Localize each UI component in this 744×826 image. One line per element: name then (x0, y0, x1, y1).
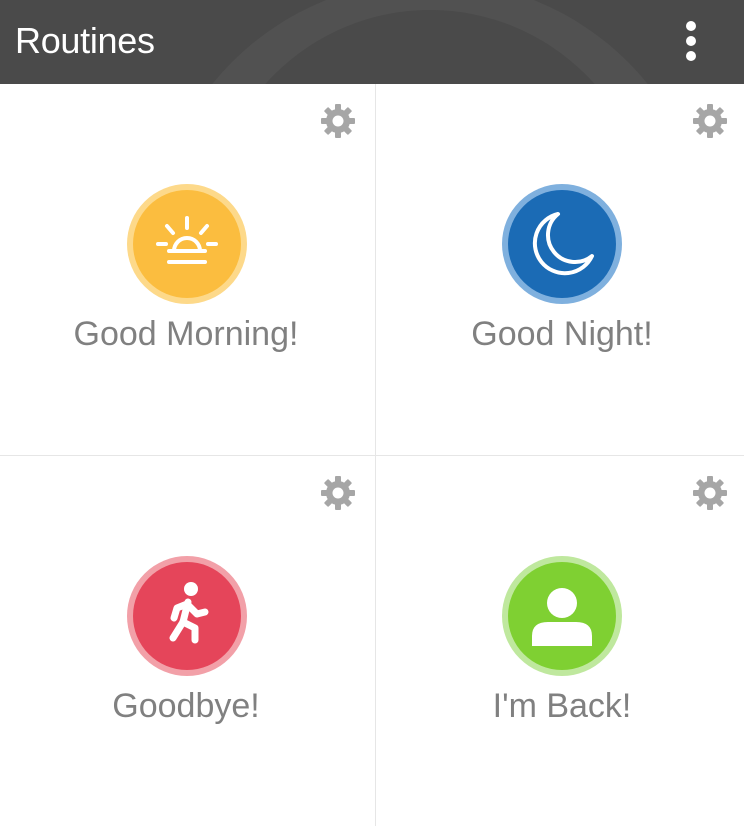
more-vertical-icon[interactable] (674, 16, 708, 66)
routine-label: Goodbye! (112, 687, 260, 725)
routines-grid: Good Morning! Good Night! Goodbye! I'm B… (0, 84, 744, 826)
gear-icon[interactable] (690, 101, 730, 141)
routine-label: Good Night! (471, 315, 653, 353)
kebab-dot (686, 36, 696, 46)
routine-icon-circle (502, 556, 622, 676)
walking-person-icon (169, 582, 209, 644)
sunrise-icon (156, 216, 218, 264)
moon-icon (532, 212, 594, 276)
app-header: Routines (0, 0, 744, 84)
kebab-dot (686, 21, 696, 31)
routine-tile-good-morning[interactable]: Good Morning! (0, 84, 372, 455)
page-title: Routines (15, 20, 155, 61)
user-icon (532, 588, 592, 646)
routine-icon-circle (502, 184, 622, 304)
routine-tile-im-back[interactable]: I'm Back! (376, 456, 744, 826)
routine-icon-circle (127, 184, 247, 304)
gear-icon[interactable] (318, 473, 358, 513)
routine-tile-good-night[interactable]: Good Night! (376, 84, 744, 455)
gear-icon[interactable] (318, 101, 358, 141)
routine-tile-goodbye[interactable]: Goodbye! (0, 456, 372, 826)
routine-label: I'm Back! (492, 687, 632, 725)
gear-icon[interactable] (690, 473, 730, 513)
kebab-dot (686, 51, 696, 61)
routine-label: Good Morning! (73, 315, 299, 353)
routine-icon-circle (127, 556, 247, 676)
